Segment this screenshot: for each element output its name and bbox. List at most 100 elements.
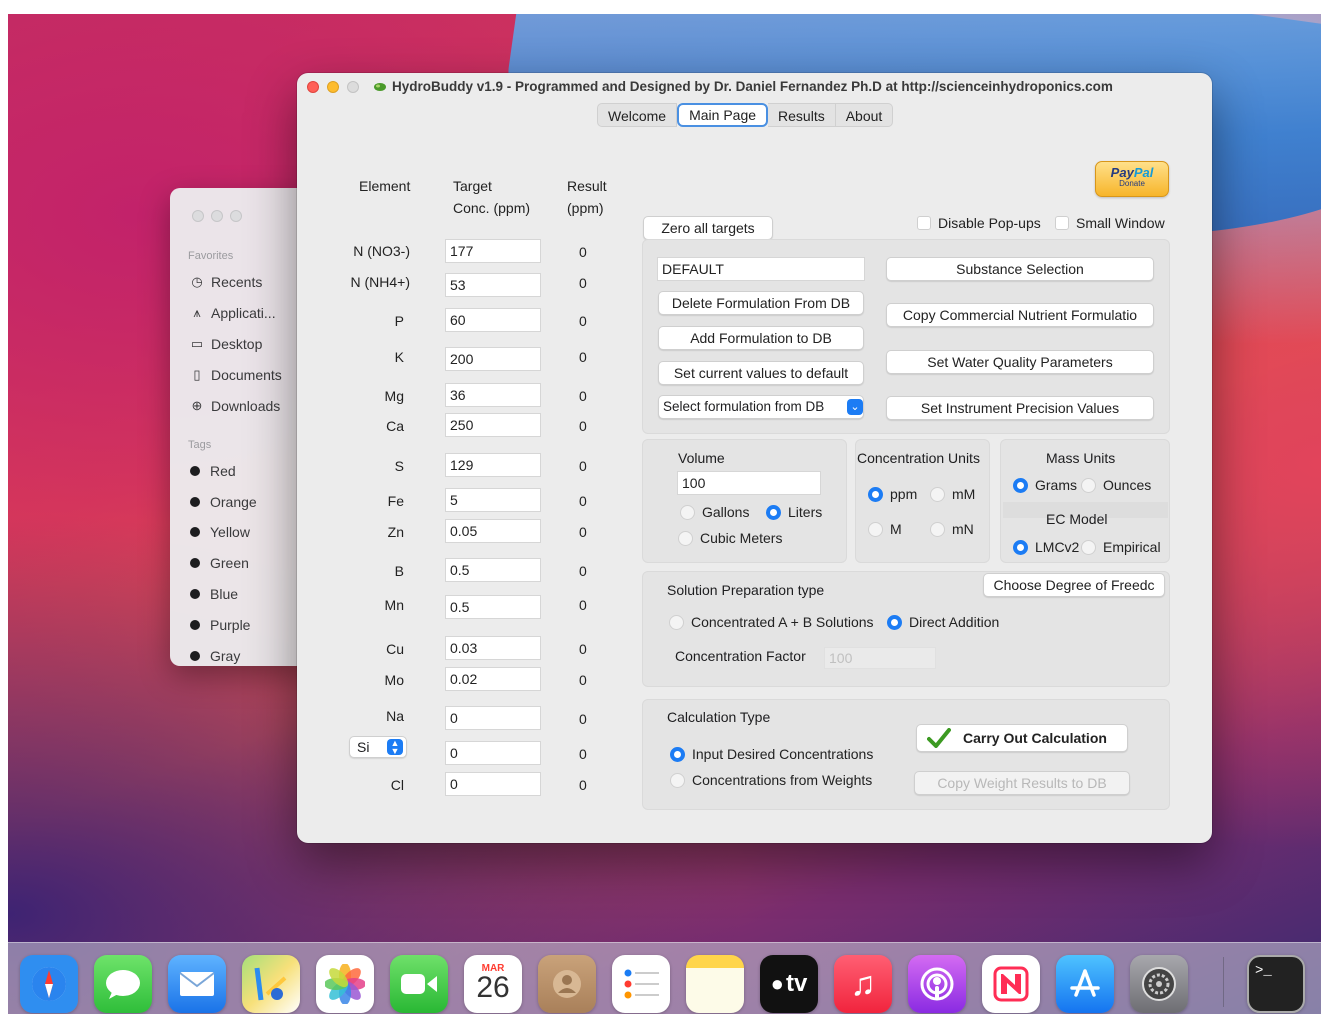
- photos-icon[interactable]: [316, 955, 374, 1013]
- sidebar-item-applications[interactable]: ⩚ Applicati...: [190, 305, 275, 321]
- target-input-na[interactable]: [445, 706, 541, 730]
- direct-addition-radio[interactable]: Direct Addition: [887, 614, 999, 630]
- window-minimize-button[interactable]: [327, 81, 339, 93]
- add-formulation-button[interactable]: Add Formulation to DB: [658, 326, 864, 350]
- podcasts-icon[interactable]: [908, 955, 966, 1013]
- formulation-name-input[interactable]: [657, 257, 865, 281]
- conc-m-radio[interactable]: M: [868, 521, 902, 537]
- target-input-mo[interactable]: [445, 667, 541, 691]
- radio-circle: [1081, 539, 1096, 555]
- result-value: 0: [579, 275, 587, 291]
- target-input-mg[interactable]: [445, 383, 541, 407]
- target-input-k[interactable]: [445, 347, 541, 371]
- radio-label: Gallons: [702, 504, 750, 520]
- extra-element-select[interactable]: Si ▲ ▼: [349, 736, 407, 758]
- music-icon[interactable]: ♫: [834, 955, 892, 1013]
- finder-close-button[interactable]: [192, 210, 204, 222]
- mass-ounces-radio[interactable]: Ounces: [1081, 477, 1151, 493]
- sidebar-item-downloads[interactable]: ⊕ Downloads: [190, 398, 281, 414]
- target-input-ca[interactable]: [445, 413, 541, 437]
- radio-circle: [868, 521, 883, 537]
- disable-popups-checkbox[interactable]: Disable Pop-ups: [917, 215, 1041, 231]
- notes-icon[interactable]: [686, 955, 744, 1013]
- tab-results[interactable]: Results: [768, 103, 836, 127]
- ec-empirical-radio[interactable]: Empirical: [1081, 539, 1161, 555]
- element-label: Fe: [387, 493, 404, 509]
- target-input-b[interactable]: [445, 558, 541, 582]
- mail-icon[interactable]: [168, 955, 226, 1013]
- finder-zoom-button[interactable]: [230, 210, 242, 222]
- target-input-p[interactable]: [445, 308, 541, 332]
- target-input-si[interactable]: [445, 741, 541, 765]
- tab-welcome[interactable]: Welcome: [597, 103, 678, 127]
- input-desired-concentrations-radio[interactable]: Input Desired Concentrations: [670, 746, 873, 762]
- delete-formulation-button[interactable]: Delete Formulation From DB: [658, 291, 864, 315]
- concentrated-ab-radio[interactable]: Concentrated A + B Solutions: [669, 614, 874, 630]
- maps-icon[interactable]: [242, 955, 300, 1013]
- tv-icon[interactable]: ● tv: [760, 955, 818, 1013]
- target-input-s[interactable]: [445, 453, 541, 477]
- conc-mm-radio[interactable]: mM: [930, 486, 975, 502]
- ec-lmcv2-radio[interactable]: LMCv2: [1013, 539, 1079, 555]
- choose-degree-of-freedom-button[interactable]: Choose Degree of Freedc: [983, 573, 1165, 597]
- sidebar-tag-purple[interactable]: Purple: [190, 617, 250, 633]
- target-input-n-no3[interactable]: [445, 239, 541, 263]
- contacts-icon[interactable]: [538, 955, 596, 1013]
- window-close-button[interactable]: [307, 81, 319, 93]
- terminal-icon[interactable]: >_: [1247, 955, 1305, 1013]
- target-input-fe[interactable]: [445, 488, 541, 512]
- set-defaults-button[interactable]: Set current values to default: [658, 361, 864, 385]
- conc-mn-radio[interactable]: mN: [930, 521, 974, 537]
- concentrations-from-weights-radio[interactable]: Concentrations from Weights: [670, 772, 872, 788]
- reminders-icon[interactable]: [612, 955, 670, 1013]
- finder-traffic-lights: [192, 210, 242, 222]
- volume-liters-radio[interactable]: Liters: [766, 504, 822, 520]
- sidebar-tag-orange[interactable]: Orange: [190, 494, 257, 510]
- header-target-line1: Target: [453, 178, 492, 194]
- small-window-checkbox[interactable]: Small Window: [1055, 215, 1165, 231]
- element-label: S: [394, 458, 404, 474]
- system-preferences-icon[interactable]: [1130, 955, 1188, 1013]
- volume-input[interactable]: [677, 471, 821, 495]
- news-icon[interactable]: [982, 955, 1040, 1013]
- target-input-n-nh4[interactable]: [445, 273, 541, 297]
- sidebar-tag-yellow[interactable]: Yellow: [190, 524, 250, 540]
- target-input-zn[interactable]: [445, 519, 541, 543]
- target-input-cl[interactable]: [445, 772, 541, 796]
- concentration-factor-input[interactable]: [824, 647, 936, 669]
- sidebar-tag-gray[interactable]: Gray: [190, 648, 240, 664]
- carry-out-calculation-button[interactable]: Carry Out Calculation: [916, 724, 1128, 752]
- sidebar-item-recents[interactable]: ◷ Recents: [190, 274, 262, 290]
- safari-icon[interactable]: [20, 955, 78, 1013]
- paypal-donate-button[interactable]: PayPal Donate: [1095, 161, 1169, 197]
- instrument-precision-button[interactable]: Set Instrument Precision Values: [886, 396, 1154, 420]
- app-store-icon[interactable]: [1056, 955, 1114, 1013]
- calendar-icon[interactable]: MAR 26: [464, 955, 522, 1013]
- finder-minimize-button[interactable]: [211, 210, 223, 222]
- conc-ppm-radio[interactable]: ppm: [868, 486, 917, 502]
- sidebar-item-documents[interactable]: ▯ Documents: [190, 367, 281, 383]
- sidebar-tag-red[interactable]: Red: [190, 463, 236, 479]
- mass-grams-radio[interactable]: Grams: [1013, 477, 1077, 493]
- substance-selection-button[interactable]: Substance Selection: [886, 257, 1154, 281]
- facetime-icon[interactable]: [390, 955, 448, 1013]
- target-input-mn[interactable]: [445, 595, 541, 619]
- tab-about[interactable]: About: [835, 103, 894, 127]
- radio-label: Concentrated A + B Solutions: [691, 614, 874, 630]
- tab-main-page[interactable]: Main Page: [677, 103, 769, 127]
- copy-weight-results-button[interactable]: Copy Weight Results to DB: [914, 771, 1130, 795]
- sidebar-tag-green[interactable]: Green: [190, 555, 249, 571]
- radio-label: Concentrations from Weights: [692, 772, 873, 788]
- copy-commercial-button[interactable]: Copy Commercial Nutrient Formulatio: [886, 303, 1154, 327]
- checkbox-label: Disable Pop-ups: [938, 215, 1041, 231]
- sidebar-item-desktop[interactable]: ▭ Desktop: [190, 336, 263, 352]
- zero-all-targets-button[interactable]: Zero all targets: [643, 216, 773, 240]
- volume-gallons-radio[interactable]: Gallons: [680, 504, 749, 520]
- window-zoom-button[interactable]: [347, 81, 359, 93]
- water-quality-button[interactable]: Set Water Quality Parameters: [886, 350, 1154, 374]
- sidebar-tag-blue[interactable]: Blue: [190, 586, 238, 602]
- target-input-cu[interactable]: [445, 636, 541, 660]
- volume-cubic-meters-radio[interactable]: Cubic Meters: [678, 530, 782, 546]
- messages-icon[interactable]: [94, 955, 152, 1013]
- select-formulation-dropdown[interactable]: Select formulation from DB ⌄: [658, 395, 864, 419]
